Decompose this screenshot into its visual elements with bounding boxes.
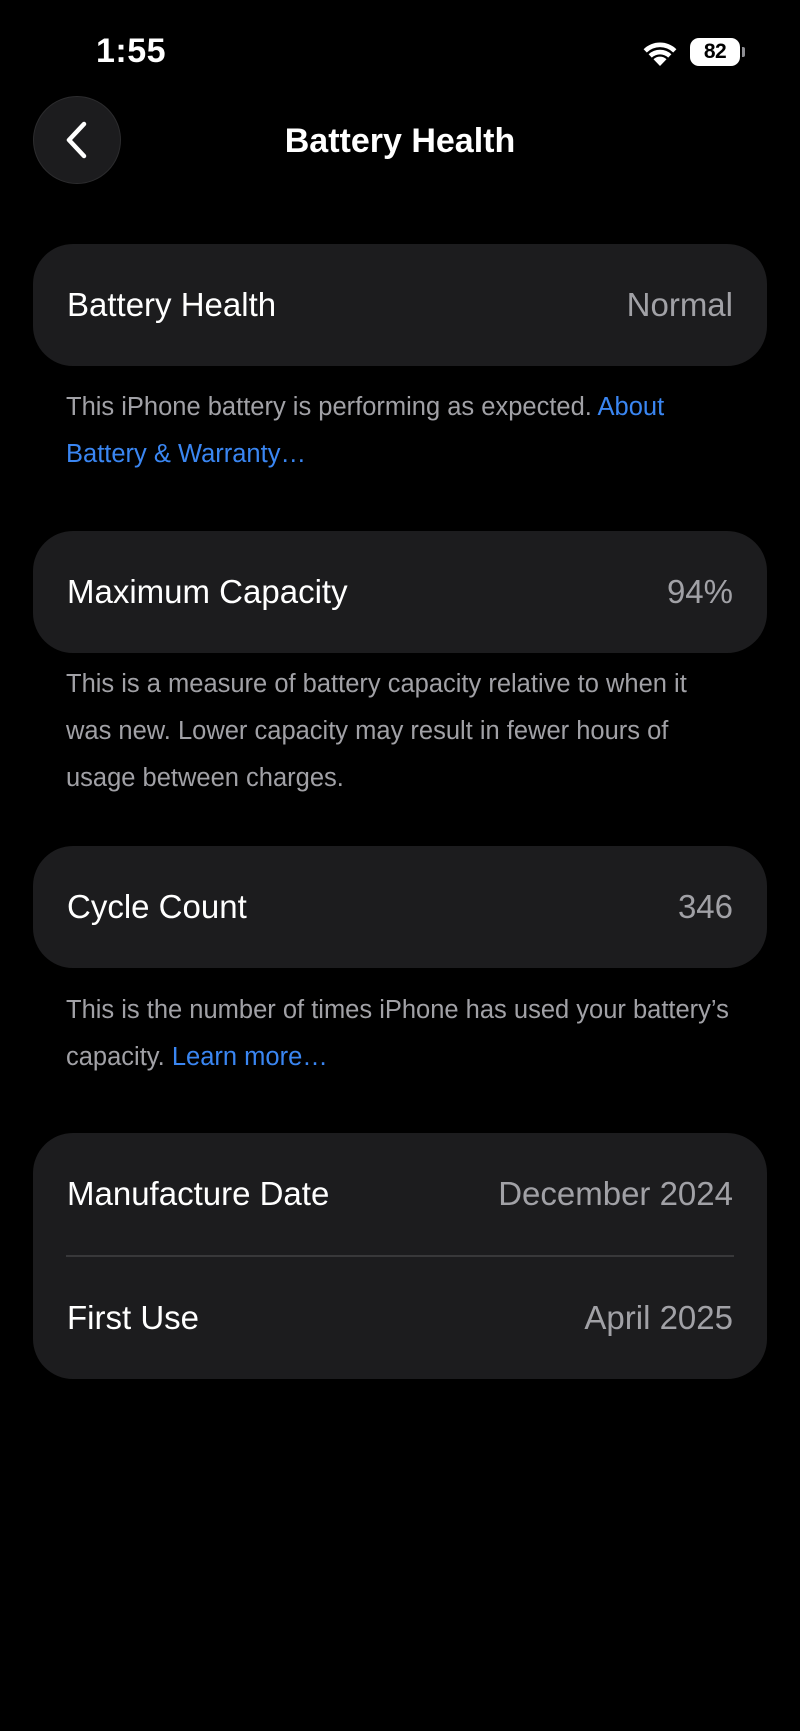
learn-more-link[interactable]: Learn more… [172, 1043, 328, 1071]
battery-health-row: Battery Health Normal [33, 244, 767, 366]
battery-cap [742, 47, 745, 57]
battery-health-footnote: This iPhone battery is performing as exp… [66, 384, 736, 478]
battery-health-value: Normal [626, 286, 733, 323]
battery-health-label: Battery Health [67, 286, 277, 323]
cycle-count-value: 346 [677, 888, 733, 925]
maximum-capacity-card: Maximum Capacity 94% [33, 531, 767, 653]
battery-dates-card: Manufacture Date December 2024 First Use… [33, 1133, 767, 1379]
nav-bar: Battery Health [0, 96, 800, 190]
status-time: 1:55 [96, 32, 167, 70]
cycle-count-footnote: This is the number of times iPhone has u… [66, 987, 736, 1081]
cycle-count-footnote-text: This is the number of times iPhone has u… [66, 996, 729, 1071]
manufacture-date-label: Manufacture Date [67, 1175, 330, 1212]
first-use-label: First Use [67, 1299, 199, 1336]
status-bar: 1:55 82 [0, 0, 800, 100]
cycle-count-row: Cycle Count 346 [33, 846, 767, 968]
first-use-value: April 2025 [584, 1299, 733, 1336]
maximum-capacity-label: Maximum Capacity [67, 573, 348, 610]
battery-level: 82 [690, 38, 740, 66]
cycle-count-label: Cycle Count [67, 888, 247, 925]
battery-health-card: Battery Health Normal [33, 244, 767, 366]
maximum-capacity-footnote: This is a measure of battery capacity re… [66, 670, 687, 792]
manufacture-date-value: December 2024 [498, 1175, 733, 1212]
manufacture-date-row: Manufacture Date December 2024 [33, 1133, 767, 1255]
wifi-icon [640, 38, 680, 68]
cycle-count-card: Cycle Count 346 [33, 846, 767, 968]
maximum-capacity-value: 94% [666, 573, 733, 610]
maximum-capacity-row: Maximum Capacity 94% [33, 531, 767, 653]
battery-health-footnote-text: This iPhone battery is performing as exp… [66, 393, 592, 421]
battery-icon: 82 [690, 38, 745, 66]
page-title: Battery Health [284, 122, 516, 160]
first-use-row: First Use April 2025 [33, 1257, 767, 1379]
